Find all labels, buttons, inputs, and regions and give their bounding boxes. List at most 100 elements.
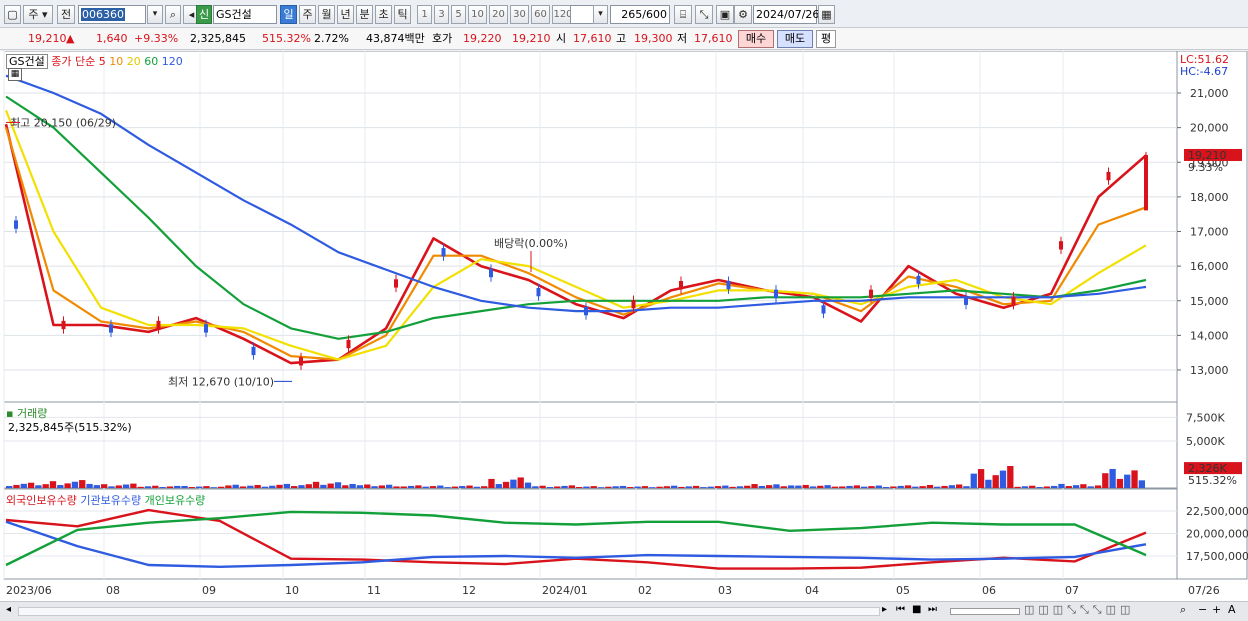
volume-bar	[407, 485, 415, 488]
volume-bar	[1072, 485, 1080, 488]
minute-button-5[interactable]: 30	[510, 5, 529, 24]
stock-name-field[interactable]: GS건설	[213, 5, 277, 24]
price-axis-label: 14,000	[1190, 329, 1229, 342]
plus-icon[interactable]: +	[1212, 603, 1221, 616]
font-size-icon[interactable]: A	[1228, 603, 1236, 616]
date-field[interactable]: 2024/07/26	[753, 5, 819, 24]
candle-body	[441, 248, 446, 257]
volume-bar	[510, 479, 517, 488]
zoom-icon[interactable]: ⌕	[1180, 603, 1186, 617]
volume-bar	[364, 484, 371, 488]
volume-bar	[210, 487, 217, 488]
volume-bar	[1043, 486, 1050, 488]
average-button[interactable]: 평	[816, 30, 836, 48]
volume-bar	[269, 485, 276, 488]
low-annotation: 최저 12,670 (10/10)	[168, 375, 274, 388]
scroll-left-icon[interactable]: ◂	[6, 604, 11, 615]
time-axis-label: 11	[367, 584, 381, 597]
candle-body	[584, 306, 588, 316]
ma-legend-prefix: 종가 단순	[51, 55, 96, 68]
buy-button[interactable]: 매수	[738, 30, 774, 48]
time-axis-label: 07	[1065, 584, 1079, 597]
volume-bar	[1102, 473, 1109, 488]
candle-body	[1059, 241, 1063, 250]
search-icon[interactable]: ⌕	[165, 5, 181, 24]
minute-button-2[interactable]: 5	[451, 5, 466, 24]
volume-bar	[802, 484, 809, 488]
market-select[interactable]: 주 ▾	[23, 5, 53, 24]
volume-bar	[166, 486, 174, 488]
minute-button-6[interactable]: 60	[531, 5, 550, 24]
minute-button-3[interactable]: 10	[468, 5, 487, 24]
volume-bar	[305, 484, 312, 488]
tool-icon[interactable]: ⤡	[695, 5, 713, 24]
volume-bar	[86, 483, 93, 488]
volume-bar	[196, 486, 203, 488]
period-button-6[interactable]: 틱	[394, 5, 411, 24]
chart-area[interactable]: 21,000 20,000 19,000 18,000 17,000 16,000 15,0…	[0, 50, 1248, 601]
volume-bar	[101, 484, 108, 488]
candle-body	[489, 268, 493, 278]
volume-bar	[897, 485, 904, 488]
count-value: 265	[621, 8, 643, 21]
volume-bar	[342, 485, 349, 488]
save-icon[interactable]: ▣	[716, 5, 734, 24]
horizontal-scrollbar[interactable]	[18, 607, 880, 616]
chart-navigation-bar: ◂ ▸ ⏮ ■ ⏭ ◫◫◫⤡⤡⤡◫◫ ⌕ − + A	[0, 601, 1248, 621]
volume-bar	[882, 487, 890, 488]
last-page-icon[interactable]: ⏭	[928, 604, 937, 615]
period-button-1[interactable]: 주	[299, 5, 316, 24]
period-button-2[interactable]: 월	[318, 5, 335, 24]
hc-value: HC:-4.67	[1180, 65, 1229, 78]
stock-label: GS건설	[6, 54, 48, 69]
volume-bar	[707, 486, 714, 488]
volume-axis-label: 5,000K	[1186, 435, 1225, 448]
interval-dropdown-icon[interactable]: ▾	[593, 5, 608, 24]
period-button-0[interactable]: 일	[280, 5, 297, 24]
drawing-tools-icons[interactable]: ◫◫◫⤡⤡⤡◫◫	[1024, 603, 1134, 617]
stop-icon[interactable]: ■	[912, 604, 921, 615]
quote-infobar: 19,210 ▲ 1,640 +9.33% 2,325,845 515.32% …	[0, 28, 1248, 50]
volume-bar	[875, 485, 882, 488]
volume-bar	[239, 486, 247, 488]
calendar-icon[interactable]: ▦	[818, 5, 835, 24]
table-icon[interactable]: ▦	[8, 68, 22, 81]
volume-bar	[422, 486, 429, 488]
minute-button-4[interactable]: 20	[489, 5, 508, 24]
volume-bar	[1051, 485, 1058, 488]
volume-bar	[729, 486, 736, 488]
prev-button[interactable]: 전	[57, 5, 75, 24]
volume-bar	[1007, 466, 1014, 488]
time-axis-label: 07/26	[1188, 584, 1220, 597]
volume-bar	[20, 483, 27, 488]
period-button-3[interactable]: 년	[337, 5, 354, 24]
volume-value: 2,325,845	[190, 32, 246, 45]
gear-icon[interactable]: ⚙	[734, 5, 752, 24]
volume-bar	[122, 484, 130, 488]
credit-icon[interactable]: 신	[196, 5, 212, 24]
time-axis-label: 06	[982, 584, 996, 597]
minute-button-1[interactable]: 3	[434, 5, 449, 24]
period-button-4[interactable]: 분	[356, 5, 373, 24]
scroll-right-icon[interactable]: ▸	[882, 604, 887, 615]
volume-bar	[27, 482, 35, 488]
zoom-slider[interactable]	[950, 608, 1020, 615]
stock-chart-svg[interactable]: 21,00020,00019,00018,00017,00016,00015,0…	[0, 50, 1248, 601]
code-dropdown-icon[interactable]: ▾	[147, 5, 163, 24]
stock-code-input[interactable]: 006360	[78, 5, 146, 24]
minus-icon[interactable]: −	[1198, 603, 1207, 616]
volume-bar	[386, 484, 393, 488]
minute-button-0[interactable]: 1	[417, 5, 432, 24]
window-icon[interactable]: ▢	[4, 5, 21, 24]
volume-bar	[137, 486, 144, 488]
volume-bar	[159, 487, 166, 488]
bid-price: 19,210	[512, 32, 551, 45]
volume-bar	[795, 485, 802, 488]
first-page-icon[interactable]: ⏮	[896, 604, 905, 615]
period-button-5[interactable]: 초	[375, 5, 392, 24]
candle-icon[interactable]: ⌸	[674, 5, 692, 24]
sell-button[interactable]: 매도	[777, 30, 813, 48]
volume-bar	[276, 484, 283, 488]
volume-bar	[817, 485, 824, 488]
count-field[interactable]: 265/600	[610, 5, 670, 24]
